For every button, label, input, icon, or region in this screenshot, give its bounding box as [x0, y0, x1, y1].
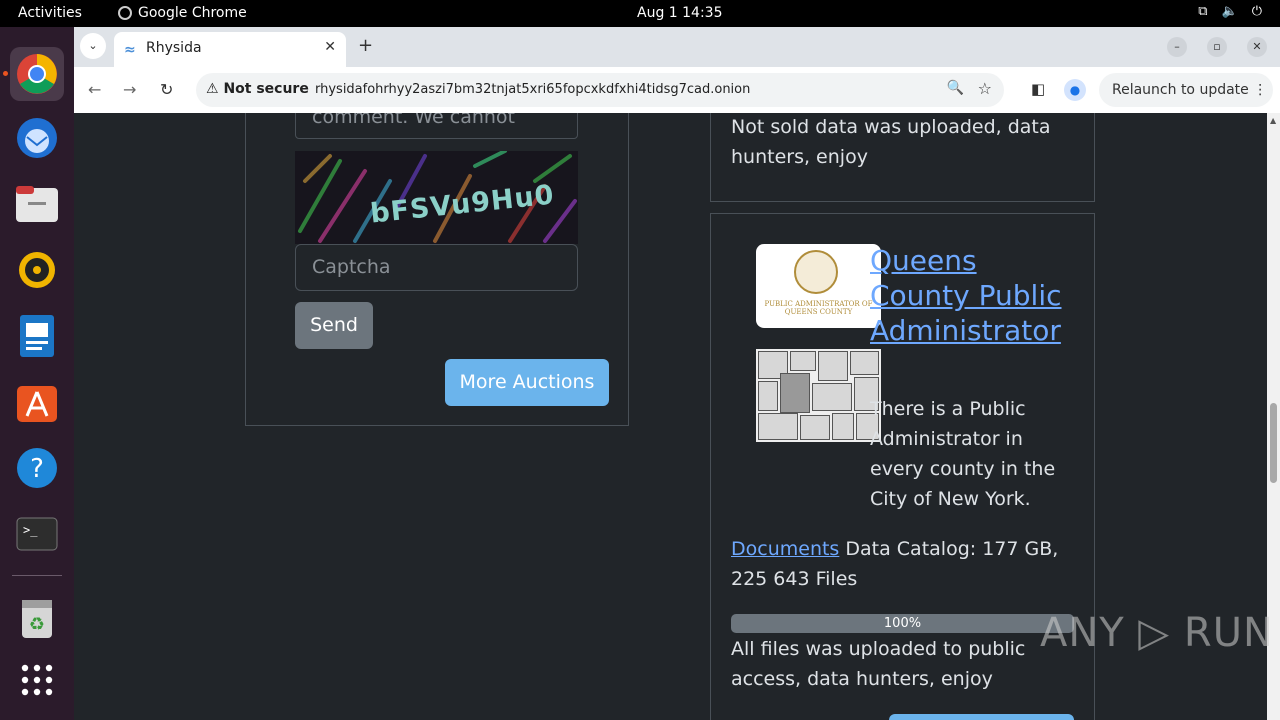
- dock-separator: [12, 575, 62, 576]
- seal-icon: [794, 250, 838, 294]
- system-top-bar: Activities Google Chrome Aug 1 14:35 ⧉ 🔈…: [0, 0, 1280, 27]
- previous-auction-card: Not sold data was uploaded, data hunters…: [710, 113, 1095, 202]
- kebab-menu-icon: ⋮: [1253, 82, 1268, 98]
- browser-toolbar: ← → ↻ ⚠ Not secure rhysidafohrhyy2aszi7b…: [74, 67, 1280, 114]
- svg-text:?: ?: [30, 454, 44, 484]
- tab-close-icon[interactable]: ✕: [324, 39, 336, 55]
- tab-search-button[interactable]: ⌄: [80, 33, 106, 59]
- power-icon: ⏻: [1251, 4, 1262, 19]
- upload-status-text: All files was uploaded to public access,…: [731, 638, 1026, 690]
- anyrun-watermark: ANY ▷ RUN: [1040, 610, 1274, 656]
- svg-text:♻: ♻: [29, 614, 45, 635]
- help-dock-icon[interactable]: ?: [10, 441, 64, 495]
- captcha-input[interactable]: Captcha: [295, 244, 578, 291]
- show-apps-icon[interactable]: [10, 653, 64, 707]
- logo-caption: PUBLIC ADMINISTRATOR OF QUEENS COUNTY: [764, 300, 873, 316]
- writer-dock-icon[interactable]: [10, 309, 64, 363]
- maximize-button[interactable]: ▫: [1207, 37, 1227, 57]
- forward-button[interactable]: →: [123, 80, 136, 99]
- trash-dock-icon[interactable]: ♻: [10, 591, 64, 645]
- volume-icon: 🔈: [1221, 4, 1238, 19]
- close-window-button[interactable]: ✕: [1247, 37, 1267, 57]
- files-dock-icon[interactable]: [10, 177, 64, 231]
- scroll-up-icon[interactable]: ▲: [1270, 116, 1276, 125]
- scrollbar-thumb[interactable]: [1270, 403, 1277, 483]
- url-text[interactable]: rhysidafohrhyy2aszi7bm32tnjat5xri65fopcx…: [315, 82, 750, 97]
- tab-rhysida[interactable]: ≈ Rhysida ✕: [114, 32, 346, 67]
- chrome-small-icon: [118, 6, 132, 20]
- warning-icon: ⚠: [206, 81, 219, 97]
- zoom-icon[interactable]: 🔍: [947, 80, 964, 96]
- previous-status-text: Not sold data was uploaded, data hunters…: [731, 116, 1051, 168]
- thunderbird-dock-icon[interactable]: [10, 111, 64, 165]
- profile-avatar[interactable]: ●: [1064, 79, 1086, 101]
- relaunch-button[interactable]: Relaunch to update ⋮: [1099, 73, 1273, 107]
- network-icon: ⧉: [1198, 4, 1208, 19]
- bookmark-star-icon[interactable]: ☆: [978, 79, 992, 98]
- chrome-dock-icon[interactable]: [10, 47, 64, 101]
- comment-textarea[interactable]: comment. We cannot: [295, 113, 578, 139]
- captcha-image: bFSVu9Hu0: [295, 151, 578, 244]
- clock[interactable]: Aug 1 14:35: [637, 5, 723, 21]
- terminal-dock-icon[interactable]: >_: [10, 507, 64, 561]
- system-tray[interactable]: ⧉ 🔈 ⏻: [1198, 4, 1262, 19]
- activities-button[interactable]: Activities: [18, 5, 82, 21]
- more-auctions-button[interactable]: More Auctions: [445, 359, 609, 406]
- new-tab-button[interactable]: +: [358, 35, 373, 56]
- minimize-button[interactable]: –: [1167, 37, 1187, 57]
- rhythmbox-dock-icon[interactable]: [10, 243, 64, 297]
- send-button[interactable]: Send: [295, 302, 373, 349]
- documents-link[interactable]: Documents: [731, 538, 839, 560]
- back-button[interactable]: ←: [88, 80, 101, 99]
- upload-progress-bar: 100%: [731, 614, 1074, 633]
- running-indicator: [3, 71, 8, 76]
- address-bar[interactable]: ⚠ Not secure rhysidafohrhyy2aszi7bm32tnj…: [196, 73, 1004, 107]
- app-menu[interactable]: Google Chrome: [118, 5, 247, 21]
- app-center-dock-icon[interactable]: [10, 375, 64, 429]
- auction-description: There is a Public Administrator in every…: [870, 398, 1056, 510]
- svg-text:>_: >_: [23, 523, 38, 537]
- documents-preview-image[interactable]: [756, 349, 881, 442]
- app-name: Google Chrome: [138, 5, 247, 21]
- side-panel-icon[interactable]: ◧: [1031, 80, 1045, 98]
- queens-logo-image: PUBLIC ADMINISTRATOR OF QUEENS COUNTY: [756, 244, 881, 328]
- auction-title-link[interactable]: Queens County Public Administrator: [870, 243, 1070, 348]
- rhysida-favicon-icon: ≈: [124, 42, 136, 58]
- tab-strip: ⌄ ≈ Rhysida ✕ + – ▫ ✕: [74, 27, 1280, 67]
- reload-button[interactable]: ↻: [160, 80, 173, 99]
- dock: ? >_ ♻: [0, 27, 74, 720]
- tab-title: Rhysida: [146, 40, 202, 56]
- auction-action-button[interactable]: [889, 714, 1074, 720]
- not-secure-indicator[interactable]: ⚠ Not secure: [206, 81, 309, 97]
- data-catalog-line: Documents Data Catalog: 177 GB, 225 643 …: [731, 534, 1071, 594]
